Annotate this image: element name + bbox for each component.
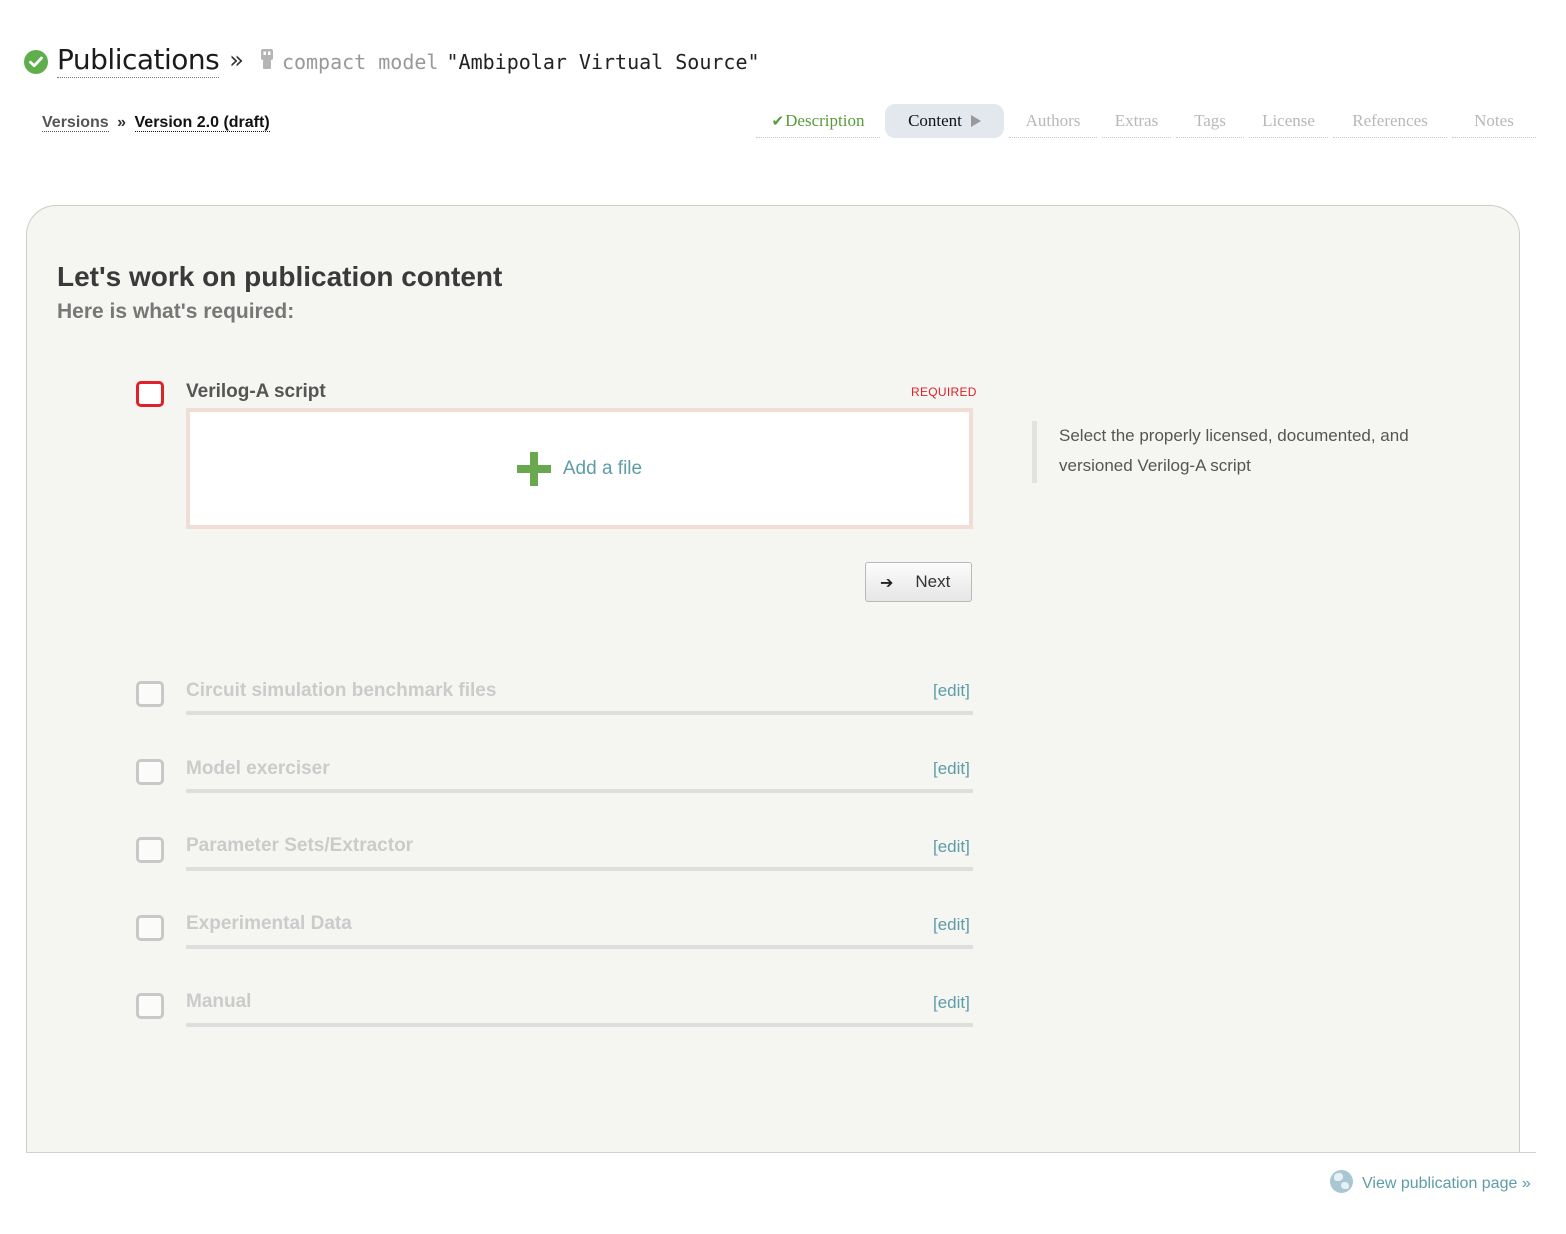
parameter-sets-title: Parameter Sets/Extractor (186, 835, 414, 856)
parameter-sets-checkbox[interactable] (136, 837, 164, 863)
edit-manual-link[interactable]: [edit] (933, 993, 970, 1013)
item-hint: Select the properly licensed, documented… (1032, 421, 1432, 483)
usb-icon (260, 48, 274, 75)
globe-icon (1330, 1170, 1353, 1193)
item-divider (186, 789, 973, 793)
current-version-link[interactable]: Version 2.0 (draft) (134, 114, 270, 132)
circuit-benchmark-checkbox[interactable] (136, 681, 164, 707)
next-button-label: Next (915, 572, 951, 591)
step-label: Authors (1025, 111, 1081, 130)
step-content[interactable]: Content (885, 104, 1004, 138)
step-license[interactable]: License (1249, 104, 1328, 138)
versions-link[interactable]: Versions (42, 114, 109, 132)
file-dropzone[interactable]: Add a file (186, 408, 973, 529)
publication-type: compact model (281, 50, 439, 74)
panel-subtitle: Here is what's required: (57, 300, 295, 323)
content-panel: Let's work on publication content Here i… (26, 205, 1520, 1153)
model-exerciser-title: Model exerciser (186, 758, 330, 779)
required-tag: REQUIRED (911, 385, 977, 399)
add-file-button[interactable]: Add a file (516, 451, 643, 486)
step-label: Notes (1474, 111, 1514, 130)
edit-parameter-sets-link[interactable]: [edit] (933, 837, 970, 857)
plus-icon (516, 451, 551, 486)
publications-link[interactable]: Publications (57, 43, 220, 78)
panel-bottom-divider (26, 1152, 1536, 1153)
panel-title: Let's work on publication content (57, 261, 503, 292)
step-label: Tags (1194, 111, 1226, 130)
item-divider (186, 945, 973, 949)
publication-title: "Ambipolar Virtual Source" (446, 50, 760, 74)
manual-checkbox[interactable] (136, 993, 164, 1019)
footer: View publication page » (1330, 1170, 1531, 1193)
item-divider (186, 711, 973, 715)
step-label: Description (785, 111, 865, 130)
experimental-data-title: Experimental Data (186, 913, 352, 934)
manual-title: Manual (186, 991, 252, 1012)
step-label: Extras (1114, 111, 1159, 130)
step-notes[interactable]: Notes (1452, 104, 1536, 138)
add-file-label: Add a file (562, 457, 643, 479)
step-tags[interactable]: Tags (1176, 104, 1244, 138)
checkmark-icon: ✔ (771, 112, 785, 130)
step-navigation: ✔Description Content Authors Extras Tags… (756, 104, 1536, 140)
experimental-data-checkbox[interactable] (136, 915, 164, 941)
step-authors[interactable]: Authors (1009, 104, 1097, 138)
arrow-right-icon: ➔ (880, 572, 894, 592)
step-label: License (1262, 111, 1315, 130)
verilog-checkbox[interactable] (136, 381, 164, 407)
breadcrumb-separator: » (117, 114, 127, 131)
header-separator: » (229, 46, 244, 74)
circuit-benchmark-title: Circuit simulation benchmark files (186, 680, 497, 701)
play-triangle-icon (970, 115, 981, 127)
page-header: Publications » compact model "Ambipolar … (24, 40, 760, 80)
step-references[interactable]: References (1333, 104, 1447, 138)
check-circle-icon (24, 50, 48, 74)
step-extras[interactable]: Extras (1102, 104, 1171, 138)
step-label: Content (908, 111, 962, 130)
edit-circuit-benchmark-link[interactable]: [edit] (933, 681, 970, 701)
breadcrumb: Versions » Version 2.0 (draft) (42, 114, 270, 132)
item-divider (186, 867, 973, 871)
item-divider (186, 1023, 973, 1027)
next-button[interactable]: ➔ Next (865, 562, 972, 602)
step-description[interactable]: ✔Description (756, 104, 880, 138)
edit-model-exerciser-link[interactable]: [edit] (933, 759, 970, 779)
model-exerciser-checkbox[interactable] (136, 759, 164, 785)
step-label: References (1352, 111, 1428, 130)
view-publication-link[interactable]: View publication page » (1362, 1175, 1531, 1193)
verilog-item-title: Verilog-A script (186, 381, 326, 402)
edit-experimental-data-link[interactable]: [edit] (933, 915, 970, 935)
